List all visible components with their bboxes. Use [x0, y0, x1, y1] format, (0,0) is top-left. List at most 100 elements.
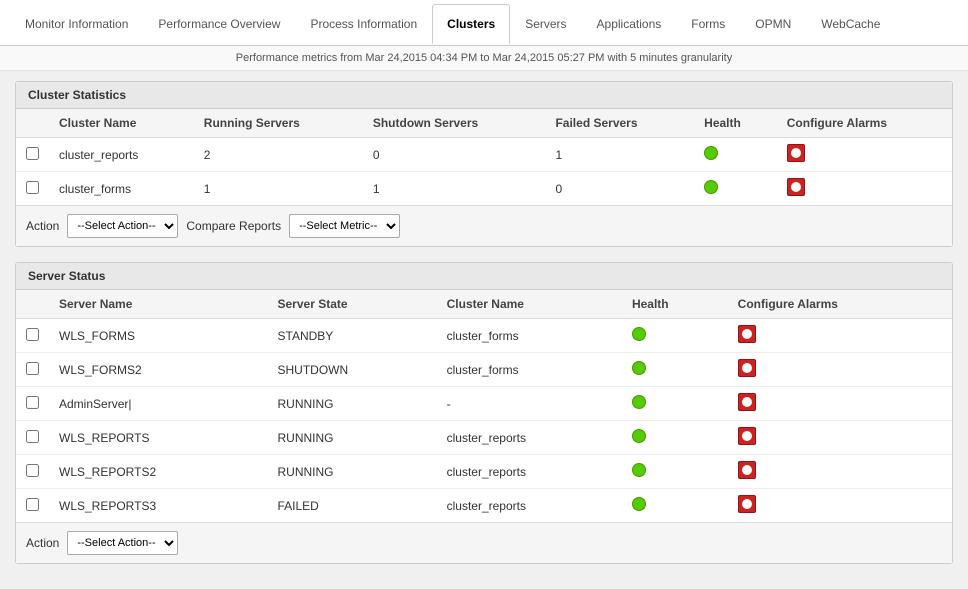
server-row-checkbox[interactable]: [16, 421, 49, 455]
server-row-cluster: cluster_reports: [437, 489, 622, 523]
cluster-table-header-row: Cluster Name Running Servers Shutdown Se…: [16, 109, 952, 138]
server-col-checkbox: [16, 290, 49, 319]
server-row-state: RUNNING: [268, 387, 437, 421]
cluster-col-running: Running Servers: [194, 109, 363, 138]
server-row-health: [622, 455, 728, 489]
server-row-alarms[interactable]: [728, 353, 952, 387]
server-row: WLS_REPORTS3 FAILED cluster_reports: [16, 489, 952, 523]
nav-tab-performance-overview[interactable]: Performance Overview: [143, 4, 295, 43]
server-action-bar: Action --Select Action--: [16, 522, 952, 563]
alarm-icon[interactable]: [738, 495, 756, 513]
server-status-table: Server Name Server State Cluster Name He…: [16, 290, 952, 522]
server-row-name: WLS_FORMS2: [49, 353, 268, 387]
server-row-cluster: cluster_forms: [437, 319, 622, 353]
server-row: WLS_REPORTS2 RUNNING cluster_reports: [16, 455, 952, 489]
nav-tab-forms[interactable]: Forms: [676, 4, 740, 43]
cluster-row: cluster_forms 1 1 0: [16, 172, 952, 206]
server-row-name: WLS_REPORTS3: [49, 489, 268, 523]
server-row: WLS_FORMS STANDBY cluster_forms: [16, 319, 952, 353]
server-row-name: WLS_REPORTS2: [49, 455, 268, 489]
cluster-col-health: Health: [694, 109, 777, 138]
server-row: WLS_FORMS2 SHUTDOWN cluster_forms: [16, 353, 952, 387]
server-row-name: AdminServer|: [49, 387, 268, 421]
health-dot: [704, 146, 718, 160]
nav-tab-opmn[interactable]: OPMN: [740, 4, 806, 43]
cluster-col-checkbox: [16, 109, 49, 138]
cluster-col-name: Cluster Name: [49, 109, 194, 138]
compare-reports-label: Compare Reports: [186, 219, 281, 233]
cluster-row-health: [694, 138, 777, 172]
server-row-alarms[interactable]: [728, 489, 952, 523]
metric-select[interactable]: --Select Metric--: [289, 214, 400, 238]
server-row-health: [622, 489, 728, 523]
server-row-alarms[interactable]: [728, 455, 952, 489]
nav-tab-process-information[interactable]: Process Information: [295, 4, 432, 43]
cluster-action-select[interactable]: --Select Action--: [67, 214, 178, 238]
cluster-row-alarms[interactable]: [777, 138, 952, 172]
server-col-health: Health: [622, 290, 728, 319]
server-row-state: FAILED: [268, 489, 437, 523]
cluster-row-running: 2: [194, 138, 363, 172]
cluster-row-checkbox[interactable]: [16, 138, 49, 172]
cluster-statistics-header: Cluster Statistics: [16, 82, 952, 109]
server-row-checkbox[interactable]: [16, 455, 49, 489]
server-row-alarms[interactable]: [728, 319, 952, 353]
cluster-row-name: cluster_reports: [49, 138, 194, 172]
server-checkbox-3[interactable]: [26, 430, 39, 443]
server-row-alarms[interactable]: [728, 421, 952, 455]
server-action-label: Action: [26, 536, 59, 550]
cluster-row-failed: 0: [545, 172, 694, 206]
cluster-row-checkbox[interactable]: [16, 172, 49, 206]
server-table-header-row: Server Name Server State Cluster Name He…: [16, 290, 952, 319]
cluster-statistics-panel: Cluster Statistics Cluster Name Running …: [15, 81, 953, 247]
server-checkbox-1[interactable]: [26, 362, 39, 375]
server-checkbox-5[interactable]: [26, 498, 39, 511]
health-dot: [632, 327, 646, 341]
cluster-row-name: cluster_forms: [49, 172, 194, 206]
server-row-state: RUNNING: [268, 421, 437, 455]
cluster-row-shutdown: 0: [363, 138, 546, 172]
alarm-icon[interactable]: [738, 325, 756, 343]
server-action-select[interactable]: --Select Action--: [67, 531, 178, 555]
server-status-header: Server Status: [16, 263, 952, 290]
nav-tab-applications[interactable]: Applications: [582, 4, 677, 43]
cluster-row-shutdown: 1: [363, 172, 546, 206]
cluster-col-failed: Failed Servers: [545, 109, 694, 138]
server-row: AdminServer| RUNNING -: [16, 387, 952, 421]
server-col-alarms: Configure Alarms: [728, 290, 952, 319]
nav-tab-monitor-information[interactable]: Monitor Information: [10, 4, 143, 43]
cluster-checkbox-0[interactable]: [26, 147, 39, 160]
server-row-state: SHUTDOWN: [268, 353, 437, 387]
nav-tab-webcache[interactable]: WebCache: [806, 4, 895, 43]
alarm-icon[interactable]: [787, 144, 805, 162]
server-checkbox-2[interactable]: [26, 396, 39, 409]
subtitle-text: Performance metrics from Mar 24,2015 04:…: [236, 52, 732, 64]
alarm-icon[interactable]: [738, 461, 756, 479]
cluster-row-running: 1: [194, 172, 363, 206]
nav-tab-clusters[interactable]: Clusters: [432, 4, 510, 44]
cluster-row: cluster_reports 2 0 1: [16, 138, 952, 172]
server-checkbox-0[interactable]: [26, 328, 39, 341]
alarm-icon[interactable]: [738, 393, 756, 411]
alarm-icon[interactable]: [738, 359, 756, 377]
server-row-state: RUNNING: [268, 455, 437, 489]
server-row-checkbox[interactable]: [16, 387, 49, 421]
nav-tab-servers[interactable]: Servers: [510, 4, 581, 43]
health-dot: [632, 395, 646, 409]
server-row-checkbox[interactable]: [16, 353, 49, 387]
health-dot: [632, 463, 646, 477]
server-row-name: WLS_REPORTS: [49, 421, 268, 455]
alarm-icon[interactable]: [738, 427, 756, 445]
server-checkbox-4[interactable]: [26, 464, 39, 477]
server-row-health: [622, 319, 728, 353]
server-row-checkbox[interactable]: [16, 319, 49, 353]
cluster-row-alarms[interactable]: [777, 172, 952, 206]
cluster-row-failed: 1: [545, 138, 694, 172]
server-row-alarms[interactable]: [728, 387, 952, 421]
server-col-name: Server Name: [49, 290, 268, 319]
cluster-action-bar: Action --Select Action-- Compare Reports…: [16, 205, 952, 246]
cluster-statistics-table: Cluster Name Running Servers Shutdown Se…: [16, 109, 952, 205]
server-row-checkbox[interactable]: [16, 489, 49, 523]
cluster-checkbox-1[interactable]: [26, 181, 39, 194]
alarm-icon[interactable]: [787, 178, 805, 196]
